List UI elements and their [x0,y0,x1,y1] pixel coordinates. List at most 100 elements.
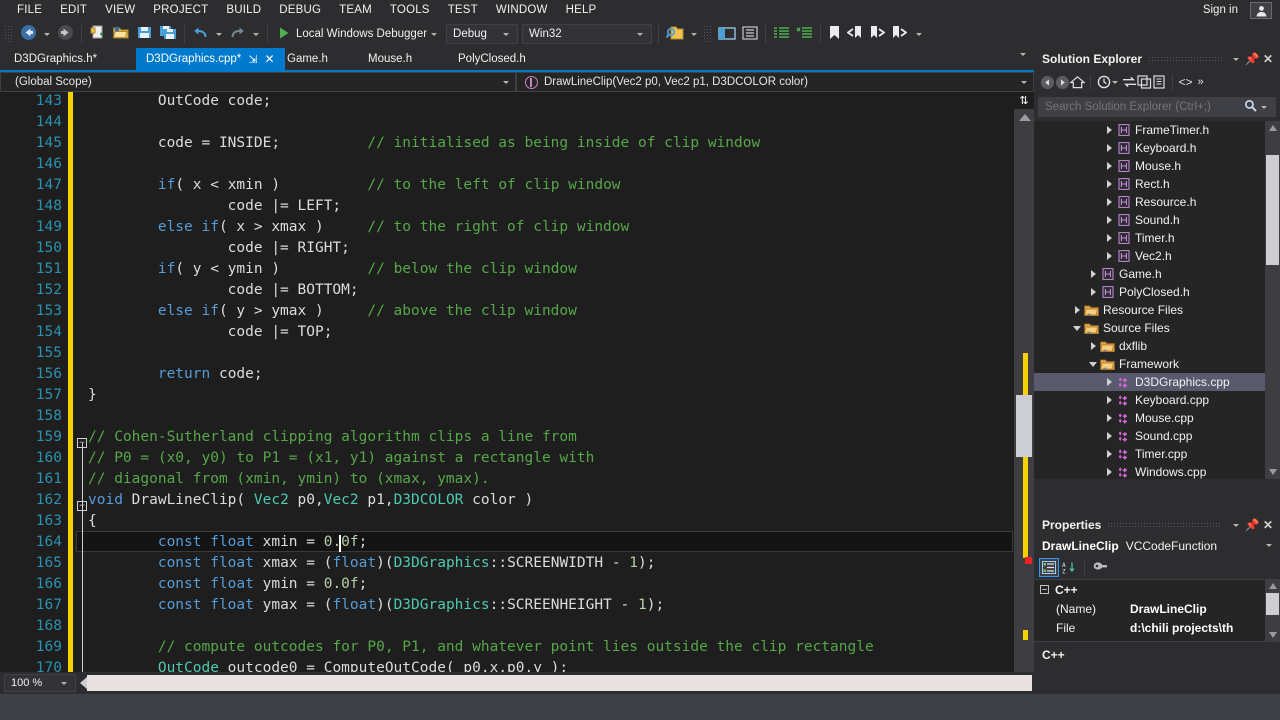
property-row[interactable]: (Name) DrawLineClip [1034,599,1280,618]
toolbar-overflow-icon[interactable]: » [1193,75,1208,89]
code-line[interactable]: const float xmax = (float)(D3DGraphics::… [88,553,656,574]
code-editor-surface[interactable]: 143 OutCode code; 144 145 code = INSIDE; /… [0,92,1034,672]
pin-icon[interactable]: ⇲ [248,53,257,66]
editor-horizontal-scroll-thumb[interactable] [87,675,1032,691]
code-line[interactable]: const float xmin = 0.0f; [88,532,368,553]
properties-window-button[interactable] [739,21,761,47]
chevron-right-icon[interactable] [1102,126,1116,134]
solution-explorer-search[interactable] [1038,97,1276,117]
menu-item-debug[interactable]: DEBUG [270,0,330,20]
scroll-left-arrow[interactable] [80,677,87,689]
uncomment-selection-button[interactable] [793,21,816,47]
open-file-button[interactable] [109,21,133,47]
save-all-button[interactable] [156,21,180,47]
chevron-right-icon[interactable] [1086,342,1100,350]
code-line[interactable]: // Cohen-Sutherland clipping algorithm c… [88,427,577,448]
tree-item-framework[interactable]: Framework [1034,355,1280,373]
property-pages-icon[interactable] [1090,558,1110,577]
nav-back-button[interactable] [17,21,40,47]
alphabetical-sort-icon[interactable]: AZ [1059,558,1079,577]
toggle-solution-explorer-button[interactable] [715,21,739,47]
next-bookmark-button[interactable] [866,21,888,47]
scroll-up-arrow[interactable] [1269,583,1277,589]
editor-zoom-dropdown[interactable]: 100 % [4,674,76,692]
back-icon[interactable] [1040,75,1055,89]
code-line[interactable]: const float ymin = 0.0f; [88,574,368,595]
account-person-icon[interactable] [1250,2,1272,19]
document-tab-d3dgraphics-h-[interactable]: D3DGraphics.h* [4,48,107,70]
chevron-right-icon[interactable] [1102,414,1116,422]
new-item-button[interactable] [86,21,109,47]
sign-in-link[interactable]: Sign in [1203,2,1238,18]
toolbar-grip[interactable] [4,25,14,43]
property-row[interactable]: File d:\chili projects\th [1034,618,1280,637]
pending-changes-icon[interactable] [1096,75,1111,89]
tree-item-d3dgraphics-cpp[interactable]: D3DGraphics.cpp [1034,373,1280,391]
chevron-down-icon[interactable] [1261,105,1267,109]
chevron-right-icon[interactable] [1102,162,1116,170]
category-collapse-icon[interactable]: − [1040,585,1049,594]
menu-item-edit[interactable]: EDIT [51,0,96,20]
home-icon[interactable] [1070,75,1085,89]
menu-item-project[interactable]: PROJECT [144,0,217,20]
menu-item-file[interactable]: FILE [8,0,51,20]
start-debugging-button[interactable]: Local Windows Debugger [272,21,444,47]
document-tab-polyclosed-h[interactable]: PolyClosed.h [448,48,536,70]
code-line[interactable]: code |= LEFT; [88,196,342,217]
toggle-bookmark-button[interactable] [825,21,844,47]
tree-item-polyclosed-h[interactable]: PolyClosed.h [1034,283,1280,301]
chevron-right-icon[interactable] [1102,144,1116,152]
tree-item-keyboard-h[interactable]: Keyboard.h [1034,139,1280,157]
chevron-right-icon[interactable] [1102,396,1116,404]
toolbar-overflow-icon[interactable] [916,32,923,36]
toolbar-grip[interactable] [703,25,714,43]
tree-item-resource-files[interactable]: Resource Files [1034,301,1280,319]
tree-item-keyboard-cpp[interactable]: Keyboard.cpp [1034,391,1280,409]
show-all-files-icon[interactable] [1152,75,1167,89]
chevron-down-icon[interactable] [1228,517,1244,533]
sync-with-active-document-icon[interactable] [1122,75,1137,89]
chevron-right-icon[interactable] [1102,378,1116,386]
property-value[interactable]: d:\chili projects\th [1130,621,1280,635]
chevron-right-icon[interactable] [1102,432,1116,440]
code-line[interactable]: void DrawLineClip( Vec2 p0,Vec2 p1,D3DCO… [88,490,533,511]
undo-button[interactable] [189,21,212,47]
redo-button[interactable] [226,21,249,47]
tree-item-resource-h[interactable]: Resource.h [1034,193,1280,211]
scope-dropdown[interactable]: (Global Scope) [0,72,516,92]
scroll-up-arrow[interactable] [1019,114,1031,121]
chevron-right-icon[interactable] [1086,288,1100,296]
chevron-right-icon[interactable] [1102,198,1116,206]
tree-item-timer-cpp[interactable]: Timer.cpp [1034,445,1280,463]
chevron-right-icon[interactable] [1102,252,1116,260]
tree-item-game-h[interactable]: Game.h [1034,265,1280,283]
solution-explorer-scroll-thumb[interactable] [1266,155,1279,265]
chevron-right-icon[interactable] [1102,180,1116,188]
property-value[interactable]: DrawLineClip [1130,602,1280,616]
code-line[interactable]: else if( y > ymax ) // above the clip wi… [88,301,577,322]
tree-item-windows-cpp[interactable]: Windows.cpp [1034,463,1280,479]
chevron-right-icon[interactable] [1102,468,1116,476]
properties-grid-scroll-thumb[interactable] [1266,593,1279,615]
properties-object-dropdown[interactable]: DrawLineClip VCCodeFunction [1034,536,1280,555]
code-line[interactable]: { [88,511,97,532]
code-line[interactable]: // diagonal from (xmin, ymin) to (xmax, … [88,469,490,490]
code-line[interactable]: // P0 = (x0, y0) to P1 = (x1, y1) agains… [88,448,594,469]
redo-dropdown-caret[interactable] [253,32,259,36]
clear-bookmarks-button[interactable] [888,21,910,47]
pin-icon[interactable]: 📌 [1244,517,1260,533]
pending-changes-caret[interactable] [1112,80,1118,84]
tree-item-timer-h[interactable]: Timer.h [1034,229,1280,247]
chevron-right-icon[interactable] [1086,270,1100,278]
view-code-icon[interactable]: <> [1178,75,1193,89]
close-icon[interactable]: ✕ [1260,51,1276,67]
save-button[interactable] [133,21,156,47]
menu-item-help[interactable]: HELP [557,0,606,20]
menu-item-team[interactable]: TEAM [330,0,381,20]
menu-item-view[interactable]: VIEW [96,0,144,20]
undo-dropdown-caret[interactable] [216,32,222,36]
tab-overflow-icon[interactable] [1016,53,1030,56]
code-line[interactable]: if( y < ymin ) // below the clip window [88,259,577,280]
outlining-collapse-icon[interactable]: − [77,438,87,448]
editor-split-handle[interactable]: ⇅ [1014,92,1034,109]
